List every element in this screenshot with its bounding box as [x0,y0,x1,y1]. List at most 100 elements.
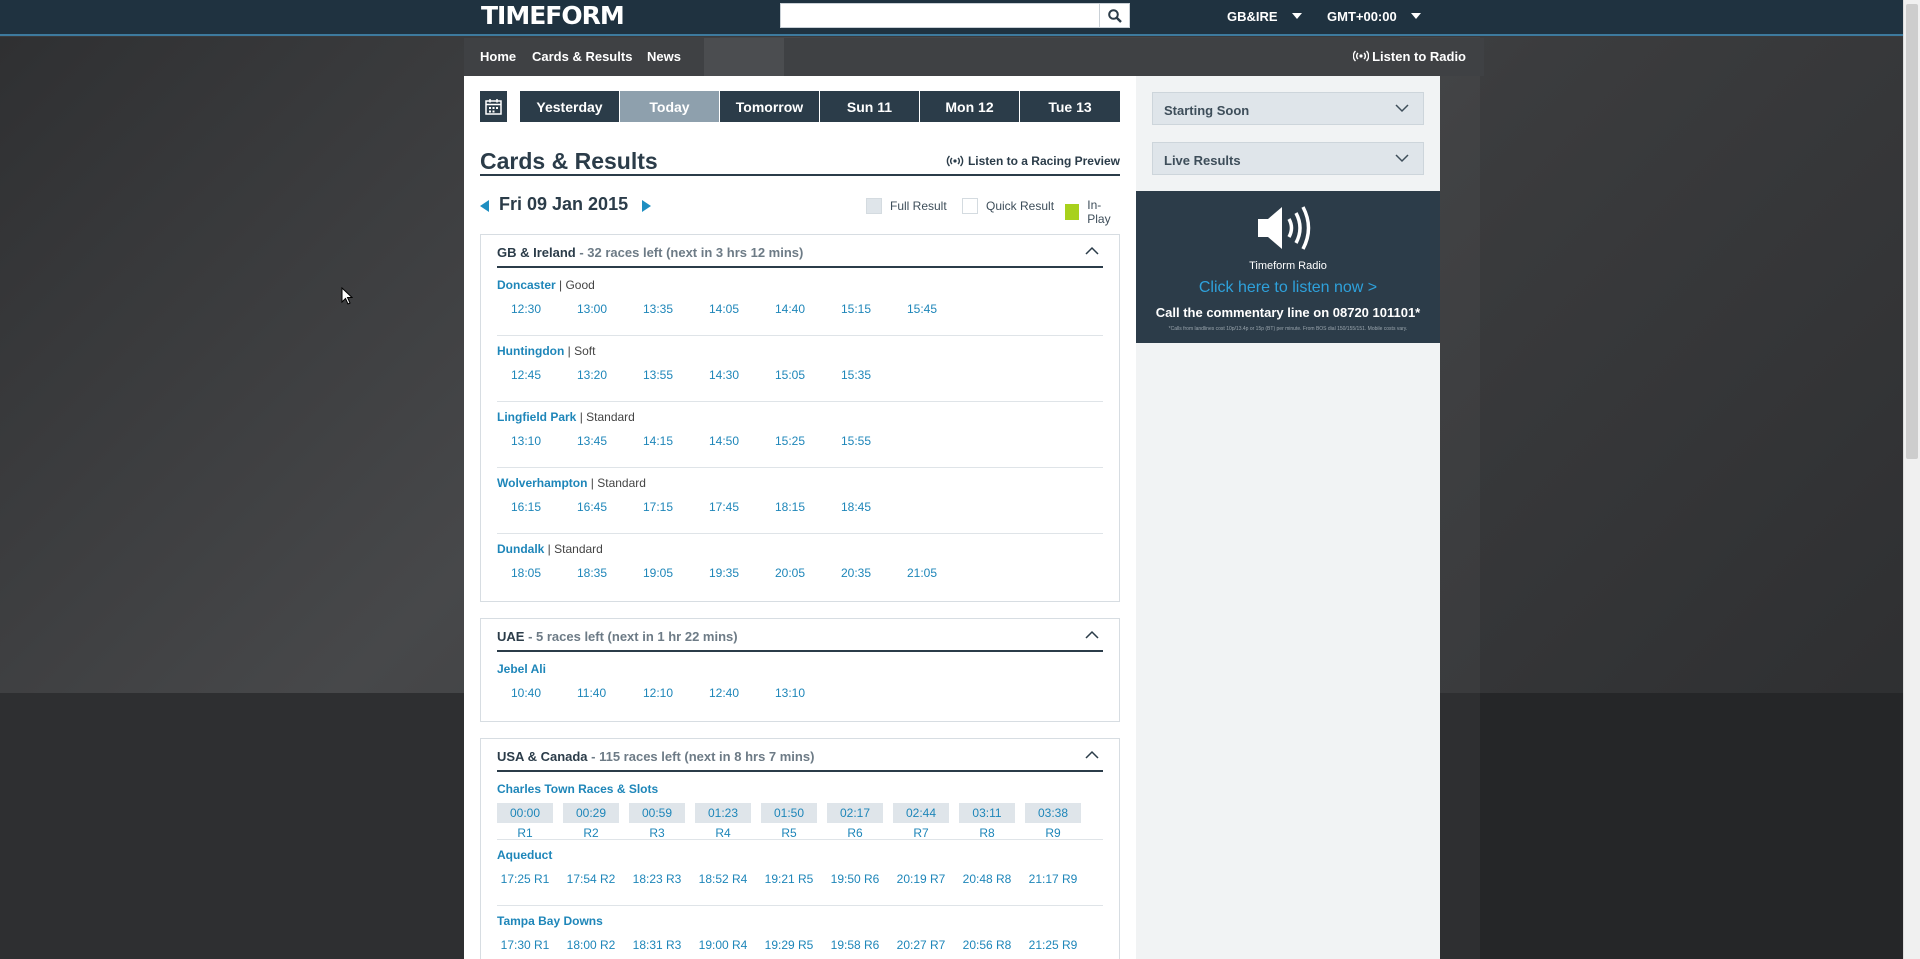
race-time[interactable]: 18:45 [841,497,871,517]
tab-mon-12[interactable]: Mon 12 [920,91,1020,122]
race-time[interactable]: 13:00 [577,299,607,319]
race-time[interactable]: 16:15 [511,497,541,517]
tab-yesterday[interactable]: Yesterday [520,91,620,122]
tab-tue-13[interactable]: Tue 13 [1020,91,1120,122]
race-time[interactable]: 20:05 [775,563,805,583]
race-time[interactable]: 03:11 R8 [959,803,1015,840]
race-time[interactable]: 18:15 [775,497,805,517]
race-time[interactable]: 18:23 R3 [629,869,685,889]
race-time[interactable]: 16:45 [577,497,607,517]
race-time[interactable]: 19:21 R5 [761,869,817,889]
race-time[interactable]: 00:29 R2 [563,803,619,840]
race-time[interactable]: 00:00 R1 [497,803,553,840]
race-time[interactable]: 13:20 [577,365,607,385]
course-link[interactable]: Aqueduct [497,848,552,862]
chevron-up-icon[interactable] [1085,630,1099,639]
race-time[interactable]: 12:10 [643,683,673,703]
course-link[interactable]: Dundalk [497,542,544,556]
race-time[interactable]: 13:45 [577,431,607,451]
race-time[interactable]: 01:23 R4 [695,803,751,840]
region-selector[interactable]: GB&IRE [1227,9,1302,24]
race-time[interactable]: 14:15 [643,431,673,451]
region-header[interactable]: UAE - 5 races left (next in 1 hr 22 mins… [497,619,1103,652]
timezone-selector[interactable]: GMT+00:00 [1327,9,1421,24]
race-time[interactable]: 17:25 R1 [497,869,553,889]
chevron-up-icon[interactable] [1085,246,1099,255]
course-link[interactable]: Wolverhampton [497,476,587,490]
race-time[interactable]: 18:00 R2 [563,935,619,955]
course-link[interactable]: Doncaster [497,278,556,292]
race-time[interactable]: 19:58 R6 [827,935,883,955]
race-time[interactable]: 15:35 [841,365,871,385]
tab-sun-11[interactable]: Sun 11 [820,91,920,122]
race-time[interactable]: 20:27 R7 [893,935,949,955]
course-link[interactable]: Tampa Bay Downs [497,914,603,928]
race-time[interactable]: 00:59 R3 [629,803,685,840]
calendar-button[interactable] [480,91,507,122]
course-link[interactable]: Huntingdon [497,344,564,358]
race-time[interactable]: 13:35 [643,299,673,319]
course-link[interactable]: Lingfield Park [497,410,576,424]
timeform-radio-promo[interactable]: Timeform Radio Click here to listen now … [1136,191,1440,343]
race-time[interactable]: 17:54 R2 [563,869,619,889]
race-time[interactable]: 15:15 [841,299,871,319]
previous-day-arrow-icon[interactable] [480,200,489,212]
page-scrollbar[interactable] [1903,0,1920,959]
race-time[interactable]: 19:50 R6 [827,869,883,889]
race-time[interactable]: 18:52 R4 [695,869,751,889]
race-time[interactable]: 21:05 [907,563,937,583]
race-time[interactable]: 10:40 [511,683,541,703]
accordion-starting-soon[interactable]: Starting Soon [1152,92,1424,125]
scrollbar-thumb[interactable] [1906,4,1918,459]
race-time[interactable]: 15:55 [841,431,871,451]
race-time[interactable]: 17:30 R1 [497,935,553,955]
race-time[interactable]: 02:17 R6 [827,803,883,840]
accordion-live-results[interactable]: Live Results [1152,142,1424,175]
race-time[interactable]: 19:05 [643,563,673,583]
race-time[interactable]: 14:50 [709,431,739,451]
tab-today[interactable]: Today [620,91,720,122]
race-time[interactable]: 19:35 [709,563,739,583]
race-time[interactable]: 17:15 [643,497,673,517]
race-time[interactable]: 15:05 [775,365,805,385]
race-time[interactable]: 02:44 R7 [893,803,949,840]
race-time[interactable]: 01:50 R5 [761,803,817,840]
race-time[interactable]: 14:30 [709,365,739,385]
race-time[interactable]: 13:55 [643,365,673,385]
listen-to-radio-link[interactable]: Listen to Radio [1352,49,1466,64]
race-time[interactable]: 14:40 [775,299,805,319]
race-time[interactable]: 15:45 [907,299,937,319]
race-time[interactable]: 11:40 [577,683,606,703]
racing-preview-link[interactable]: Listen to a Racing Preview [946,154,1120,168]
chevron-up-icon[interactable] [1085,750,1099,759]
timeform-logo[interactable]: TIMEFORM [481,1,625,30]
course-link[interactable]: Charles Town Races & Slots [497,782,658,796]
search-button[interactable] [1099,4,1129,27]
nav-cards-results[interactable]: Cards & Results [532,49,632,64]
listen-now-link[interactable]: Click here to listen now > [1136,279,1440,297]
race-time[interactable]: 18:31 R3 [629,935,685,955]
race-time[interactable]: 03:38 R9 [1025,803,1081,840]
race-time[interactable]: 12:45 [511,365,541,385]
race-time[interactable]: 20:19 R7 [893,869,949,889]
race-time[interactable]: 15:25 [775,431,805,451]
race-time[interactable]: 19:00 R4 [695,935,751,955]
course-link[interactable]: Jebel Ali [497,662,546,676]
race-time[interactable]: 14:05 [709,299,739,319]
race-time[interactable]: 20:35 [841,563,871,583]
race-time[interactable]: 20:48 R8 [959,869,1015,889]
race-time[interactable]: 18:05 [511,563,541,583]
race-time[interactable]: 13:10 [775,683,805,703]
race-time[interactable]: 12:40 [709,683,739,703]
nav-news[interactable]: News [647,49,681,64]
race-time[interactable]: 20:56 R8 [959,935,1015,955]
race-time[interactable]: 21:25 R9 [1025,935,1081,955]
race-time[interactable]: 13:10 [511,431,541,451]
next-day-arrow-icon[interactable] [642,200,651,212]
region-header[interactable]: USA & Canada - 115 races left (next in 8… [497,739,1103,772]
race-time[interactable]: 18:35 [577,563,607,583]
region-header[interactable]: GB & Ireland - 32 races left (next in 3 … [497,235,1103,268]
search-input[interactable] [781,4,1099,27]
race-time[interactable]: 12:30 [511,299,541,319]
race-time[interactable]: 19:29 R5 [761,935,817,955]
